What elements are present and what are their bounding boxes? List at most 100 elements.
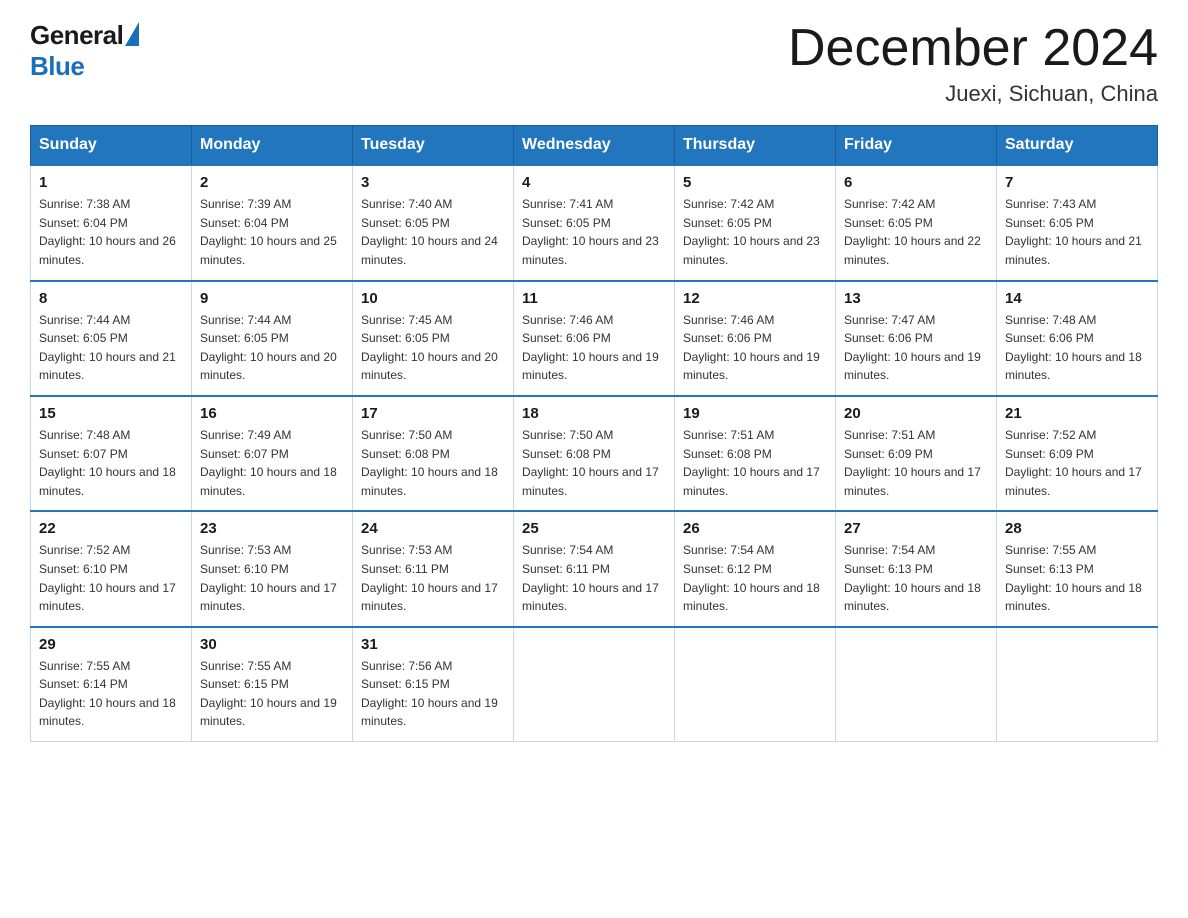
calendar-cell: 6 Sunrise: 7:42 AMSunset: 6:05 PMDaylight… [836, 165, 997, 280]
calendar-cell: 1Sunrise: 7:38 AMSunset: 6:04 PMDaylight… [31, 165, 192, 280]
day-number: 25 [522, 520, 666, 537]
calendar-cell: 9 Sunrise: 7:44 AMSunset: 6:05 PMDaylight… [192, 281, 353, 396]
day-number: 16 [200, 405, 344, 422]
calendar-cell [514, 627, 675, 742]
day-number: 21 [1005, 405, 1149, 422]
calendar-cell: 30 Sunrise: 7:55 AMSunset: 6:15 PMDayligh… [192, 627, 353, 742]
calendar-week-row: 8 Sunrise: 7:44 AMSunset: 6:05 PMDaylight… [31, 281, 1158, 396]
day-info: Sunrise: 7:42 AMSunset: 6:05 PMDaylight:… [683, 197, 820, 267]
title-block: December 2024 Juexi, Sichuan, China [788, 20, 1158, 107]
calendar-cell: 20 Sunrise: 7:51 AMSunset: 6:09 PMDayligh… [836, 396, 997, 511]
day-info: Sunrise: 7:54 AMSunset: 6:11 PMDaylight:… [522, 543, 659, 613]
day-info: Sunrise: 7:43 AMSunset: 6:05 PMDaylight:… [1005, 197, 1142, 267]
col-header-friday: Friday [836, 126, 997, 166]
day-number: 20 [844, 405, 988, 422]
day-number: 30 [200, 636, 344, 653]
calendar-cell: 19Sunrise: 7:51 AMSunset: 6:08 PMDayligh… [675, 396, 836, 511]
day-number: 9 [200, 290, 344, 307]
calendar-table: SundayMondayTuesdayWednesdayThursdayFrid… [30, 125, 1158, 742]
day-number: 18 [522, 405, 666, 422]
day-number: 28 [1005, 520, 1149, 537]
day-number: 3 [361, 174, 505, 191]
day-info: Sunrise: 7:51 AMSunset: 6:09 PMDaylight:… [844, 428, 981, 498]
logo-triangle-icon [125, 22, 139, 46]
calendar-cell: 31Sunrise: 7:56 AMSunset: 6:15 PMDayligh… [353, 627, 514, 742]
calendar-cell: 26Sunrise: 7:54 AMSunset: 6:12 PMDayligh… [675, 511, 836, 626]
day-number: 10 [361, 290, 505, 307]
day-number: 4 [522, 174, 666, 191]
calendar-cell: 8 Sunrise: 7:44 AMSunset: 6:05 PMDaylight… [31, 281, 192, 396]
day-info: Sunrise: 7:55 AMSunset: 6:13 PMDaylight:… [1005, 543, 1142, 613]
day-info: Sunrise: 7:46 AMSunset: 6:06 PMDaylight:… [683, 313, 820, 383]
calendar-cell: 24 Sunrise: 7:53 AMSunset: 6:11 PMDayligh… [353, 511, 514, 626]
calendar-week-row: 15 Sunrise: 7:48 AMSunset: 6:07 PMDayligh… [31, 396, 1158, 511]
day-number: 8 [39, 290, 183, 307]
day-number: 23 [200, 520, 344, 537]
day-info: Sunrise: 7:45 AMSunset: 6:05 PMDaylight:… [361, 313, 498, 383]
day-info: Sunrise: 7:44 AMSunset: 6:05 PMDaylight:… [200, 313, 337, 383]
day-info: Sunrise: 7:42 AMSunset: 6:05 PMDaylight:… [844, 197, 981, 267]
day-info: Sunrise: 7:48 AMSunset: 6:06 PMDaylight:… [1005, 313, 1142, 383]
calendar-cell: 2 Sunrise: 7:39 AMSunset: 6:04 PMDaylight… [192, 165, 353, 280]
calendar-cell: 29Sunrise: 7:55 AMSunset: 6:14 PMDayligh… [31, 627, 192, 742]
calendar-cell [675, 627, 836, 742]
calendar-week-row: 29Sunrise: 7:55 AMSunset: 6:14 PMDayligh… [31, 627, 1158, 742]
day-number: 13 [844, 290, 988, 307]
day-number: 15 [39, 405, 183, 422]
calendar-cell: 13 Sunrise: 7:47 AMSunset: 6:06 PMDayligh… [836, 281, 997, 396]
calendar-cell: 11 Sunrise: 7:46 AMSunset: 6:06 PMDayligh… [514, 281, 675, 396]
day-info: Sunrise: 7:39 AMSunset: 6:04 PMDaylight:… [200, 197, 337, 267]
day-number: 22 [39, 520, 183, 537]
day-info: Sunrise: 7:50 AMSunset: 6:08 PMDaylight:… [522, 428, 659, 498]
day-info: Sunrise: 7:49 AMSunset: 6:07 PMDaylight:… [200, 428, 337, 498]
day-info: Sunrise: 7:40 AMSunset: 6:05 PMDaylight:… [361, 197, 498, 267]
day-info: Sunrise: 7:50 AMSunset: 6:08 PMDaylight:… [361, 428, 498, 498]
calendar-cell: 17 Sunrise: 7:50 AMSunset: 6:08 PMDayligh… [353, 396, 514, 511]
day-number: 31 [361, 636, 505, 653]
day-info: Sunrise: 7:44 AMSunset: 6:05 PMDaylight:… [39, 313, 176, 383]
day-info: Sunrise: 7:48 AMSunset: 6:07 PMDaylight:… [39, 428, 176, 498]
calendar-cell [836, 627, 997, 742]
col-header-tuesday: Tuesday [353, 126, 514, 166]
calendar-cell: 14 Sunrise: 7:48 AMSunset: 6:06 PMDayligh… [997, 281, 1158, 396]
day-number: 17 [361, 405, 505, 422]
calendar-week-row: 1Sunrise: 7:38 AMSunset: 6:04 PMDaylight… [31, 165, 1158, 280]
day-number: 26 [683, 520, 827, 537]
calendar-cell: 23Sunrise: 7:53 AMSunset: 6:10 PMDayligh… [192, 511, 353, 626]
day-number: 11 [522, 290, 666, 307]
calendar-cell: 4 Sunrise: 7:41 AMSunset: 6:05 PMDaylight… [514, 165, 675, 280]
logo: General Blue [30, 20, 139, 82]
col-header-sunday: Sunday [31, 126, 192, 166]
day-number: 1 [39, 174, 183, 191]
calendar-cell: 3 Sunrise: 7:40 AMSunset: 6:05 PMDaylight… [353, 165, 514, 280]
calendar-cell: 12 Sunrise: 7:46 AMSunset: 6:06 PMDayligh… [675, 281, 836, 396]
day-number: 12 [683, 290, 827, 307]
day-info: Sunrise: 7:53 AMSunset: 6:11 PMDaylight:… [361, 543, 498, 613]
day-number: 14 [1005, 290, 1149, 307]
calendar-cell: 18 Sunrise: 7:50 AMSunset: 6:08 PMDayligh… [514, 396, 675, 511]
col-header-monday: Monday [192, 126, 353, 166]
day-number: 24 [361, 520, 505, 537]
day-number: 2 [200, 174, 344, 191]
day-number: 5 [683, 174, 827, 191]
calendar-cell: 10 Sunrise: 7:45 AMSunset: 6:05 PMDayligh… [353, 281, 514, 396]
day-number: 27 [844, 520, 988, 537]
calendar-cell: 15 Sunrise: 7:48 AMSunset: 6:07 PMDayligh… [31, 396, 192, 511]
calendar-cell: 7Sunrise: 7:43 AMSunset: 6:05 PMDaylight… [997, 165, 1158, 280]
day-number: 6 [844, 174, 988, 191]
logo-general-text: General [30, 20, 123, 51]
day-info: Sunrise: 7:46 AMSunset: 6:06 PMDaylight:… [522, 313, 659, 383]
day-info: Sunrise: 7:55 AMSunset: 6:15 PMDaylight:… [200, 659, 337, 729]
col-header-wednesday: Wednesday [514, 126, 675, 166]
day-info: Sunrise: 7:47 AMSunset: 6:06 PMDaylight:… [844, 313, 981, 383]
day-info: Sunrise: 7:52 AMSunset: 6:10 PMDaylight:… [39, 543, 176, 613]
day-info: Sunrise: 7:52 AMSunset: 6:09 PMDaylight:… [1005, 428, 1142, 498]
calendar-cell [997, 627, 1158, 742]
calendar-cell: 16 Sunrise: 7:49 AMSunset: 6:07 PMDayligh… [192, 396, 353, 511]
calendar-cell: 5 Sunrise: 7:42 AMSunset: 6:05 PMDaylight… [675, 165, 836, 280]
location: Juexi, Sichuan, China [788, 81, 1158, 107]
month-title: December 2024 [788, 20, 1158, 77]
calendar-cell: 27 Sunrise: 7:54 AMSunset: 6:13 PMDayligh… [836, 511, 997, 626]
day-info: Sunrise: 7:54 AMSunset: 6:13 PMDaylight:… [844, 543, 981, 613]
day-info: Sunrise: 7:41 AMSunset: 6:05 PMDaylight:… [522, 197, 659, 267]
